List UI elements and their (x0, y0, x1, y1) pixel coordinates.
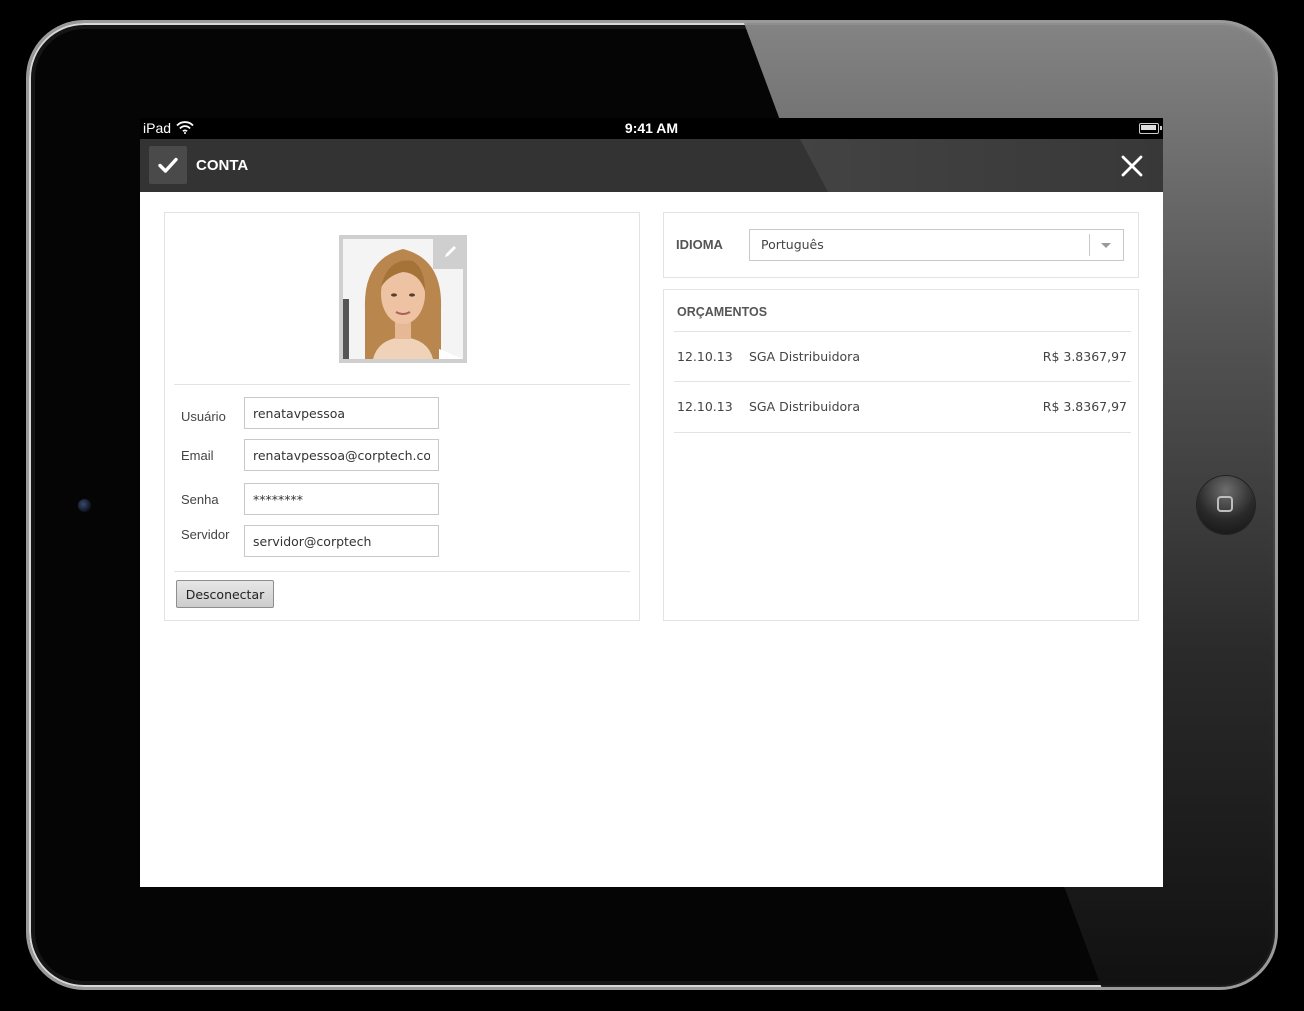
page-title: CONTA (196, 157, 249, 174)
language-selected-value: Português (761, 237, 824, 252)
budget-client: SGA Distribuidora (749, 349, 860, 364)
budget-row[interactable]: 12.10.13 SGA Distribuidora R$ 3.8367,97 (674, 381, 1131, 433)
budgets-panel: ORÇAMENTOS 12.10.13 SGA Distribuidora R$… (663, 289, 1139, 621)
avatar[interactable] (339, 235, 467, 363)
password-input[interactable] (244, 483, 439, 515)
username-label: Usuário (181, 409, 226, 424)
navbar-shine (800, 139, 1163, 192)
email-label: Email (181, 448, 214, 463)
language-select[interactable]: Português (749, 229, 1124, 261)
select-separator (1089, 234, 1090, 256)
budget-date: 12.10.13 (677, 349, 733, 364)
language-label: IDIOMA (676, 237, 723, 252)
home-square-icon (1217, 496, 1233, 512)
budget-client: SGA Distribuidora (749, 399, 860, 414)
username-input[interactable] (244, 397, 439, 429)
profile-panel: Usuário Email Senha Servidor Desconectar (164, 212, 640, 621)
server-label: Servidor (181, 527, 230, 542)
status-bar: iPad 9:41 AM (140, 118, 1163, 139)
server-input[interactable] (244, 525, 439, 557)
clock: 9:41 AM (624, 120, 679, 136)
email-input[interactable] (244, 439, 439, 471)
checkmark-icon (158, 157, 178, 173)
app-screen: iPad 9:41 AM CONTA Usuário renatavpessoa… (140, 118, 1163, 887)
budget-date: 12.10.13 (677, 399, 733, 414)
profile-divider-bottom (174, 571, 630, 572)
password-label: Senha (181, 492, 219, 507)
front-camera (78, 499, 91, 512)
profile-divider-top (174, 384, 630, 385)
home-button[interactable] (1197, 476, 1255, 534)
edit-photo-button[interactable] (433, 235, 467, 269)
budget-amount: R$ 3.8367,97 (1042, 349, 1127, 364)
budget-row[interactable]: 12.10.13 SGA Distribuidora R$ 3.8367,97 (674, 331, 1131, 382)
pencil-icon (445, 246, 456, 257)
chevron-down-icon (1101, 243, 1111, 248)
budgets-title: ORÇAMENTOS (677, 305, 768, 319)
confirm-button[interactable] (149, 146, 187, 184)
disconnect-button[interactable]: Desconectar (176, 580, 274, 608)
budget-amount: R$ 3.8367,97 (1042, 399, 1127, 414)
close-button[interactable] (1117, 151, 1147, 181)
top-navbar: CONTA (140, 139, 1163, 192)
language-panel: IDIOMA Português (663, 212, 1139, 278)
battery-icon (1139, 123, 1162, 134)
close-icon (1121, 155, 1143, 177)
